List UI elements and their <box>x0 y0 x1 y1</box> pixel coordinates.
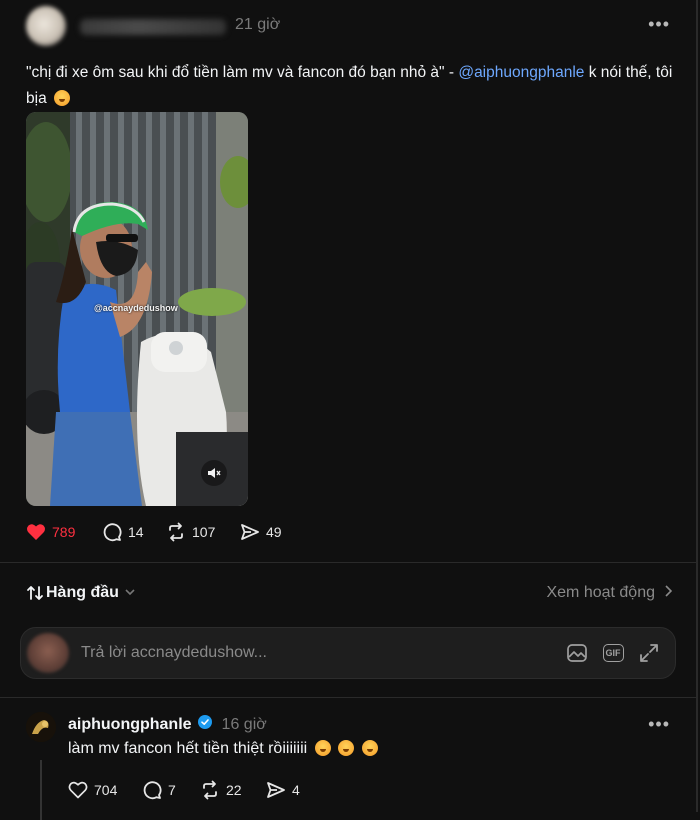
caption-text: "chị đi xe ôm sau khi đổ tiền làm mv và … <box>26 64 459 81</box>
video-watermark: @accnaydedushow <box>94 303 178 313</box>
sort-icon <box>27 586 43 600</box>
comment-button[interactable]: 14 <box>102 520 144 544</box>
mute-icon[interactable] <box>201 460 227 486</box>
comment-icon <box>103 523 122 542</box>
commenter-header: aiphuongphanle 16 giờ <box>68 715 267 734</box>
image-icon[interactable] <box>565 641 589 665</box>
repost-count: 107 <box>192 524 216 540</box>
comment-body: làm mv fancon hết tiền thiệt rồiiiiiii <box>68 740 308 757</box>
replies-sort-bar: Hàng đầu Xem hoạt động <box>26 584 673 606</box>
more-icon[interactable]: ••• <box>648 14 670 34</box>
like-button[interactable]: 789 <box>26 520 75 544</box>
laughing-emoji <box>54 90 70 106</box>
reply-item: aiphuongphanle 16 giờ ••• làm mv fancon … <box>26 712 676 820</box>
post-video[interactable]: @accnaydedushow <box>26 112 248 506</box>
post-time: 21 giờ <box>235 16 281 33</box>
threads-post-view: 21 giờ ••• "chị đi xe ôm sau khi đổ tiền… <box>0 0 698 820</box>
share-icon <box>241 524 259 540</box>
author-name-blurred[interactable] <box>80 19 226 35</box>
post-caption: "chị đi xe ôm sau khi đổ tiền làm mv và … <box>26 60 676 112</box>
comment-button[interactable]: 7 <box>142 778 176 802</box>
verified-icon <box>197 715 212 734</box>
commenter-username[interactable]: aiphuongphanle <box>68 716 192 734</box>
share-count: 49 <box>266 524 282 540</box>
commenter-avatar[interactable] <box>26 712 56 742</box>
share-button[interactable]: 49 <box>240 520 282 544</box>
heart-icon <box>68 781 88 799</box>
reply-attachments: GIF <box>565 641 661 665</box>
view-activity-label: Xem hoạt động <box>546 584 655 601</box>
reply-input[interactable]: Trả lời accnaydedushow... <box>81 644 267 662</box>
more-icon[interactable]: ••• <box>648 714 670 735</box>
post-header: 21 giờ ••• <box>24 4 674 46</box>
gif-label: GIF <box>602 644 624 662</box>
like-button[interactable]: 704 <box>68 778 117 802</box>
comment-repost-count: 22 <box>226 782 242 798</box>
laughing-emoji <box>361 740 378 756</box>
chevron-right-icon <box>665 584 673 602</box>
like-count: 789 <box>52 524 76 540</box>
comment-reply-count: 7 <box>168 782 176 798</box>
repost-button[interactable]: 107 <box>166 520 215 544</box>
mention-link[interactable]: @aiphuongphanle <box>458 64 584 81</box>
repost-button[interactable]: 22 <box>200 778 242 802</box>
comment-share-count: 4 <box>292 782 300 798</box>
current-user-avatar-blurred <box>27 633 69 673</box>
laughing-emoji <box>314 740 331 756</box>
divider <box>0 697 698 698</box>
sort-dropdown[interactable]: Hàng đầu <box>26 584 135 602</box>
reply-composer[interactable]: Trả lời accnaydedushow... GIF <box>20 627 676 679</box>
repost-icon <box>169 522 183 542</box>
divider <box>0 562 698 563</box>
comment-time: 16 giờ <box>221 715 267 733</box>
thread-line <box>40 760 42 820</box>
author-avatar-blurred[interactable] <box>26 6 66 46</box>
comment-like-count: 704 <box>94 782 118 798</box>
expand-icon[interactable] <box>637 641 661 665</box>
share-button[interactable]: 4 <box>266 778 300 802</box>
comment-actions: 704 7 22 4 <box>68 778 468 802</box>
view-activity-link[interactable]: Xem hoạt động <box>546 584 673 602</box>
comment-icon <box>143 781 162 800</box>
chevron-down-icon <box>125 587 135 599</box>
heart-icon <box>27 524 45 540</box>
gif-icon[interactable]: GIF <box>601 641 625 665</box>
sort-label: Hàng đầu <box>46 584 119 601</box>
post-actions: 789 14 107 49 <box>26 520 426 544</box>
comment-count: 14 <box>128 524 144 540</box>
repost-icon <box>203 780 217 800</box>
laughing-emoji <box>338 740 355 756</box>
comment-text: làm mv fancon hết tiền thiệt rồiiiiiii <box>68 740 378 758</box>
share-icon <box>267 782 285 798</box>
